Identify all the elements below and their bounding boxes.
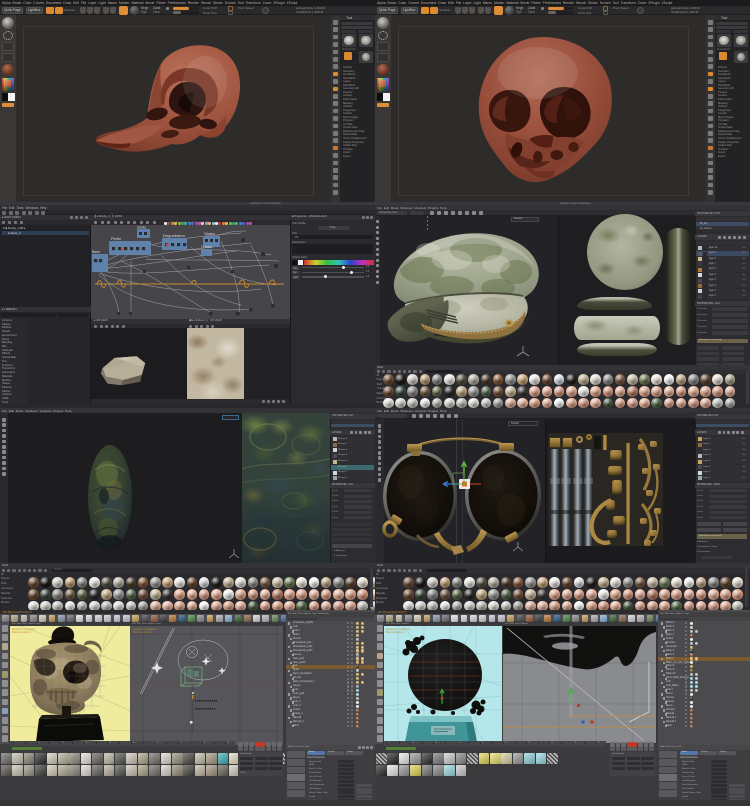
svg-text:Strata: Strata: [204, 231, 215, 236]
svg-text:Cracks: Cracks: [201, 245, 212, 249]
svg-text:Degradation: Degradation: [163, 233, 185, 238]
svg-text:Base: Base: [92, 250, 100, 254]
svg-text:Perlin: Perlin: [111, 236, 121, 241]
svg-text:Dents: Dents: [137, 226, 146, 230]
